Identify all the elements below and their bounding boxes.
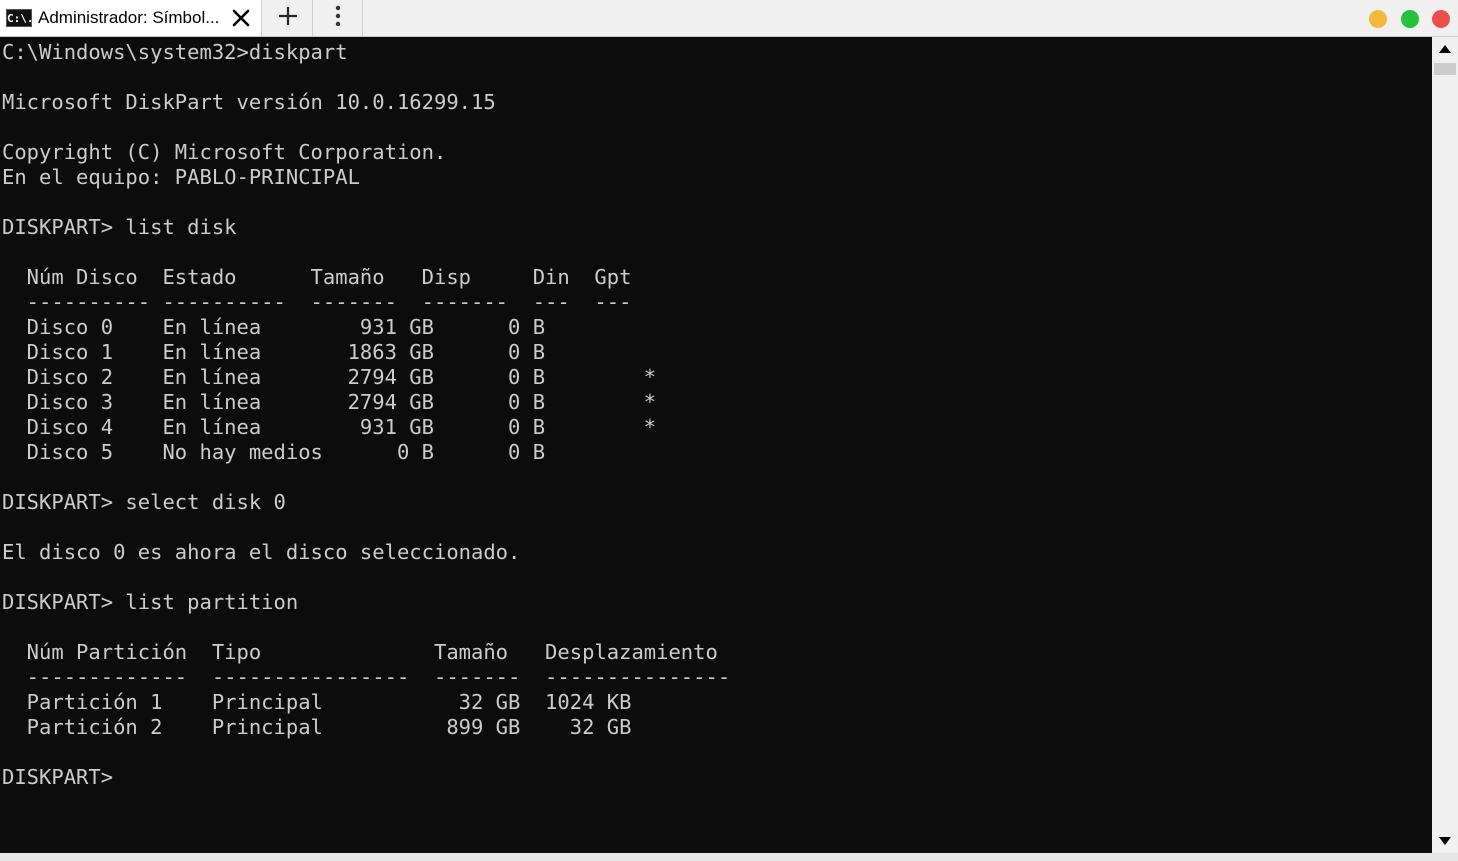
tab-command-prompt[interactable]: C:\. Administrador: Símbol... bbox=[0, 0, 262, 36]
console-line: Disco 0 En línea 931 GB 0 B bbox=[2, 315, 546, 339]
scroll-thumb[interactable] bbox=[1434, 63, 1456, 75]
triangle-down-icon[interactable] bbox=[1432, 829, 1458, 853]
console-line: Núm Partición Tipo Tamaño Desplazamiento bbox=[2, 640, 718, 664]
console-line: ---------- ---------- ------- ------- --… bbox=[2, 290, 632, 314]
console-line: Disco 2 En línea 2794 GB 0 B * bbox=[2, 365, 657, 389]
console-line: Partición 1 Principal 32 GB 1024 KB bbox=[2, 690, 632, 714]
console-line: Núm Disco Estado Tamaño Disp Din Gpt bbox=[2, 265, 632, 289]
console-line: En el equipo: PABLO-PRINCIPAL bbox=[2, 165, 360, 189]
console-line: ------------- ---------------- ------- -… bbox=[2, 665, 731, 689]
title-bar: C:\. Administrador: Símbol... bbox=[0, 0, 1458, 37]
new-tab-button[interactable] bbox=[263, 0, 313, 36]
window-bottom-edge bbox=[0, 853, 1458, 861]
terminal-window: C:\. Administrador: Símbol... C:\Windows… bbox=[0, 0, 1458, 861]
menu-button[interactable] bbox=[313, 0, 363, 36]
console-line: Copyright (C) Microsoft Corporation. bbox=[2, 140, 447, 164]
console-line: Microsoft DiskPart versión 10.0.16299.15 bbox=[2, 90, 496, 114]
console-line: Disco 3 En línea 2794 GB 0 B * bbox=[2, 390, 657, 414]
plus-icon bbox=[277, 5, 299, 31]
console-line: Disco 5 No hay medios 0 B 0 B bbox=[2, 440, 546, 464]
console-line: C:\Windows\system32>diskpart bbox=[2, 40, 348, 64]
vertical-scrollbar[interactable] bbox=[1432, 37, 1458, 853]
console-line: Disco 4 En línea 931 GB 0 B * bbox=[2, 415, 657, 439]
minimize-button[interactable] bbox=[1369, 10, 1387, 28]
triangle-up-icon[interactable] bbox=[1432, 37, 1458, 61]
maximize-button[interactable] bbox=[1401, 10, 1419, 28]
console-line: DISKPART> bbox=[2, 765, 114, 789]
console-line: Disco 1 En línea 1863 GB 0 B bbox=[2, 340, 546, 364]
console-line: El disco 0 es ahora el disco seleccionad… bbox=[2, 540, 521, 564]
console-line: DISKPART> list partition bbox=[2, 590, 299, 614]
console-line: Partición 2 Principal 899 GB 32 GB bbox=[2, 715, 632, 739]
console-line: DISKPART> list disk bbox=[2, 215, 237, 239]
console-output[interactable]: C:\Windows\system32>diskpart Microsoft Di… bbox=[0, 37, 1432, 853]
console-line: DISKPART> select disk 0 bbox=[2, 490, 286, 514]
cmd-icon: C:\. bbox=[6, 9, 34, 27]
vertical-dots-icon bbox=[334, 4, 342, 32]
tab-title: Administrador: Símbol... bbox=[38, 8, 220, 27]
close-window-button[interactable] bbox=[1432, 10, 1450, 28]
close-icon[interactable] bbox=[229, 5, 253, 31]
